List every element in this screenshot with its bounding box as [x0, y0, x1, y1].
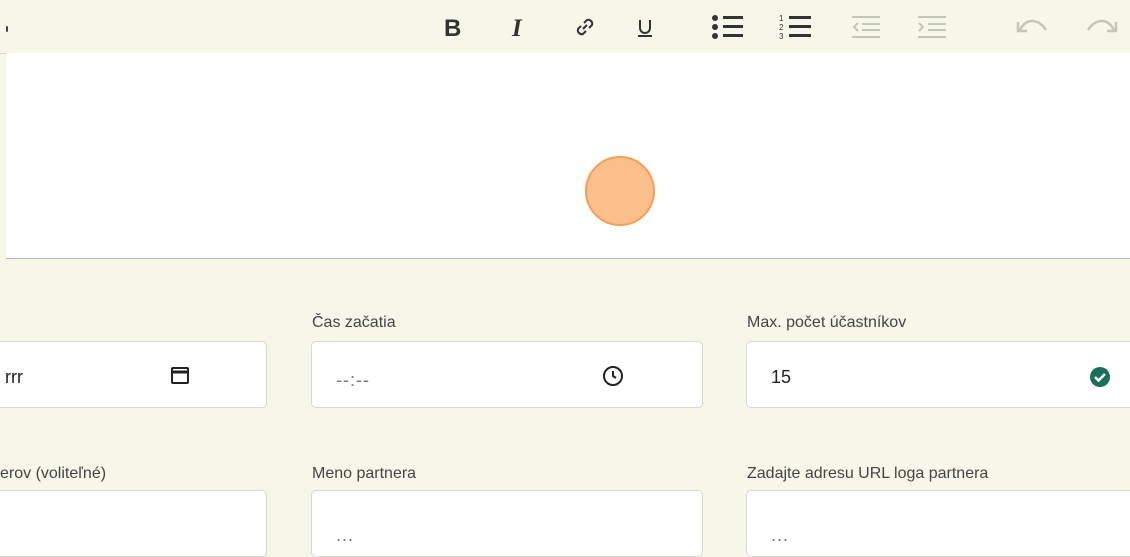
- indent-button[interactable]: [914, 12, 950, 42]
- numbered-list-button[interactable]: 1 2 3: [776, 12, 816, 42]
- bold-button[interactable]: B: [438, 12, 466, 42]
- indent-icon: [918, 16, 946, 38]
- toolbar-edge-mark: [6, 26, 8, 32]
- svg-text:I: I: [511, 15, 523, 39]
- partner-name-field[interactable]: ...: [311, 490, 703, 557]
- bullet-list-icon: [712, 15, 743, 39]
- partner-logo-url-field[interactable]: ...: [746, 490, 1130, 557]
- svg-text:1: 1: [779, 14, 784, 23]
- editor-toolbar: B I 1 2 3: [0, 0, 1130, 54]
- bullet-list-button[interactable]: [708, 12, 748, 42]
- underline-button[interactable]: [633, 12, 657, 42]
- calendar-icon[interactable]: [169, 364, 191, 386]
- partner-name-label: Meno partnera: [312, 465, 417, 482]
- link-button[interactable]: [570, 12, 600, 42]
- link-icon: [576, 18, 594, 36]
- max-participants-field[interactable]: 15: [746, 341, 1130, 408]
- start-time-placeholder: --:--: [336, 370, 370, 390]
- outdent-icon: [852, 16, 880, 38]
- redo-icon: [1086, 19, 1118, 33]
- touch-cursor-indicator: [585, 156, 655, 226]
- max-participants-label: Max. počet účastníkov: [747, 314, 907, 331]
- max-participants-value: 15: [771, 367, 792, 387]
- italic-icon: I: [511, 15, 523, 39]
- date-field[interactable]: rrr: [0, 341, 267, 408]
- outdent-button[interactable]: [848, 12, 884, 42]
- valid-check-icon: [1090, 367, 1110, 387]
- redo-button[interactable]: [1083, 12, 1121, 42]
- start-time-field[interactable]: --:--: [311, 341, 703, 408]
- partners-field[interactable]: [0, 490, 267, 557]
- date-field-value: rrr: [5, 367, 23, 387]
- svg-text:3: 3: [779, 32, 784, 41]
- partner-logo-url-label: Zadajte adresu URL loga partnera: [747, 465, 989, 482]
- rich-text-editor-area[interactable]: [6, 53, 1130, 259]
- undo-icon: [1016, 19, 1048, 33]
- svg-text:B: B: [444, 15, 461, 39]
- start-time-label: Čas začatia: [312, 314, 396, 331]
- clock-icon[interactable]: [601, 364, 625, 388]
- svg-text:2: 2: [779, 23, 784, 32]
- italic-button[interactable]: I: [505, 12, 533, 42]
- undo-button[interactable]: [1013, 12, 1051, 42]
- bold-icon: B: [444, 15, 461, 39]
- underline-icon: [638, 20, 652, 37]
- numbered-list-icon: 1 2 3: [779, 14, 811, 41]
- partners-optional-label: erov (voliteľné): [0, 465, 107, 482]
